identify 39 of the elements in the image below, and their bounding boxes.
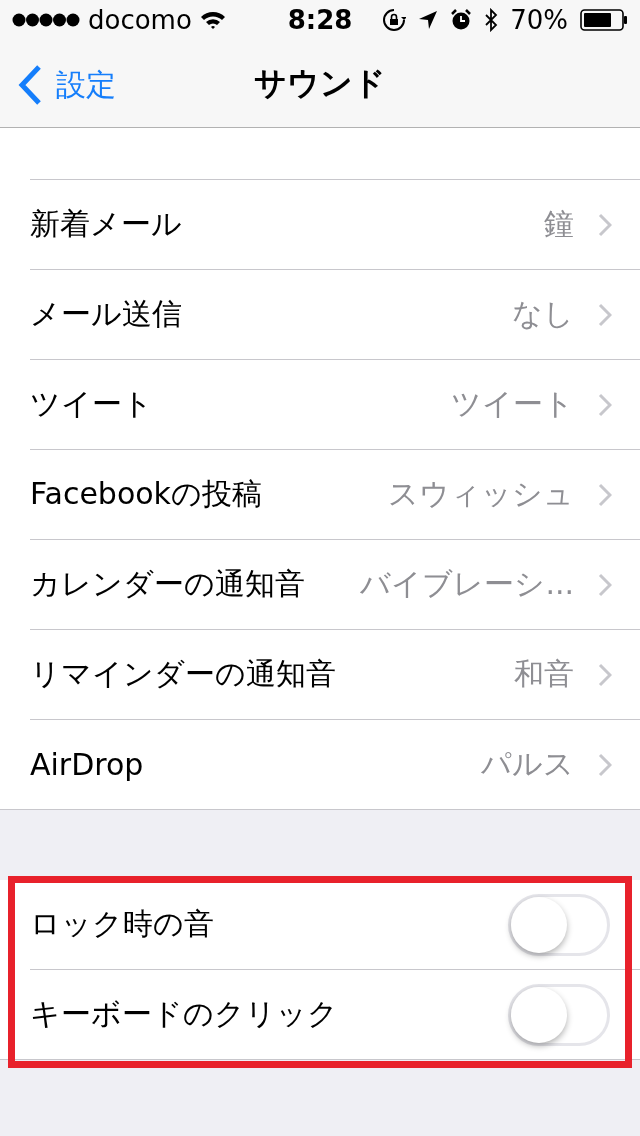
row-label: Facebookの投稿: [30, 475, 262, 513]
row-value: パルス: [480, 745, 574, 783]
toggle-label: キーボードのクリック: [30, 995, 338, 1033]
settings-row[interactable]: AirDrop パルス: [0, 720, 640, 810]
signal-icon: [12, 13, 80, 27]
row-label: ツイート: [30, 385, 153, 423]
alarm-clock-icon: [450, 9, 473, 31]
row-label: AirDrop: [30, 747, 144, 782]
rotation-lock-icon: [382, 8, 407, 32]
chevron-icon: [598, 662, 612, 687]
bluetooth-icon: [484, 8, 499, 32]
row-value: 和音: [513, 655, 574, 693]
row-value: バイブレーシ...: [359, 565, 574, 603]
chevron-icon: [598, 212, 612, 237]
back-chevron-icon: [18, 64, 42, 106]
row-label: カレンダーの通知音: [30, 565, 305, 603]
row-value: スウィッシュ: [387, 475, 574, 513]
chevron-icon: [598, 482, 612, 507]
clock-time: 8:28: [287, 5, 353, 35]
row-value: 鐘: [543, 205, 574, 243]
back-button[interactable]: 設定: [14, 60, 120, 110]
row-label: メール送信: [30, 295, 182, 333]
screen-title: サウンド: [254, 63, 386, 104]
toggle-switch[interactable]: [508, 983, 610, 1046]
chevron-icon: [598, 392, 612, 417]
wifi-icon: [199, 10, 226, 30]
chevron-icon: [598, 572, 612, 597]
chevron-icon: [598, 752, 612, 777]
row-value: なし: [511, 295, 574, 333]
row-value: ツイート: [450, 385, 574, 423]
battery-percentage: 70%: [510, 5, 568, 35]
row-label: リマインダーの通知音: [30, 655, 336, 693]
location-arrow-icon: [418, 10, 439, 30]
toggle-label: ロック時の音: [30, 905, 214, 943]
carrier-name: docomo: [88, 5, 192, 35]
chevron-icon: [598, 302, 612, 327]
battery-icon: [580, 9, 628, 31]
row-label: 新着メール: [30, 205, 182, 243]
toggle-switch[interactable]: [508, 893, 610, 956]
